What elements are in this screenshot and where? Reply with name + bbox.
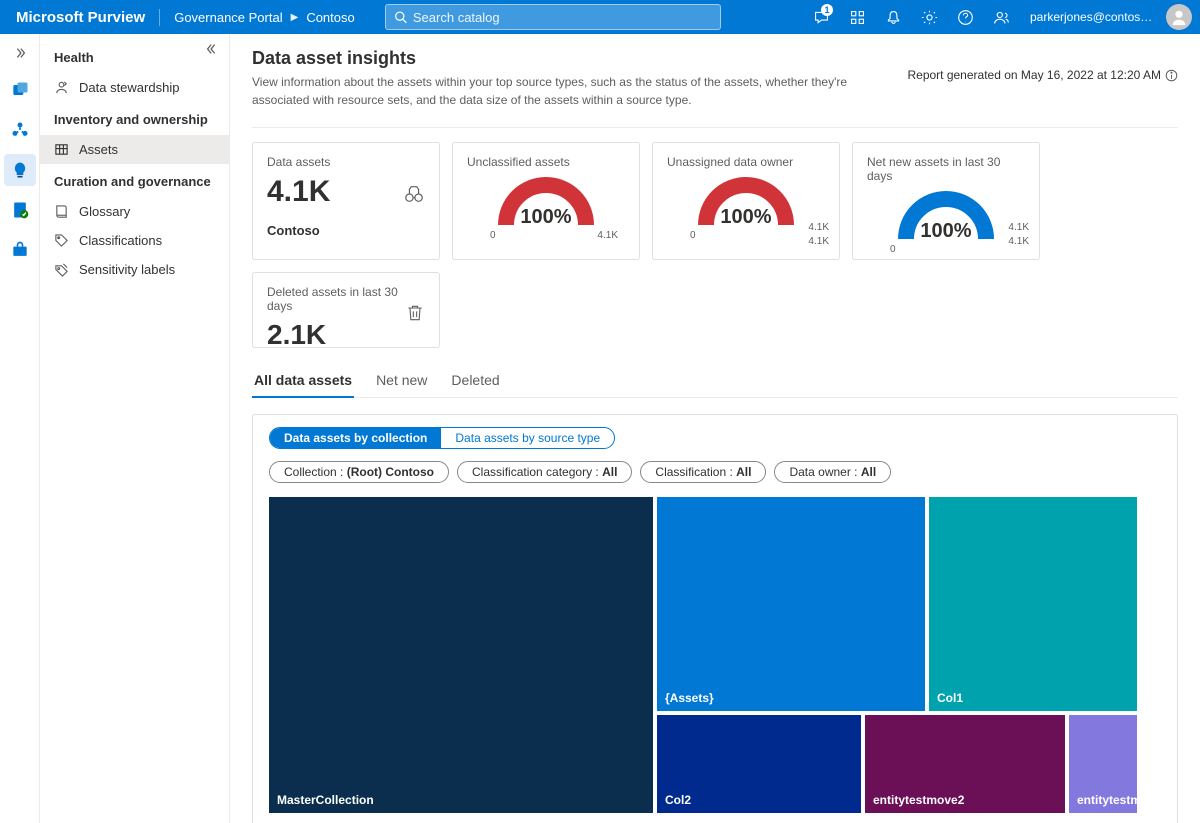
view-toggle: Data assets by collection Data assets by… [269,427,615,449]
tab-deleted[interactable]: Deleted [449,364,501,397]
gauge-values: 4.1K 4.1K [808,221,829,249]
binoculars-icon [403,183,425,208]
tab-net-new[interactable]: Net new [374,364,429,397]
filter-data-owner[interactable]: Data owner : All [774,461,891,483]
breadcrumb-item[interactable]: Governance Portal [174,10,282,25]
feedback-icon[interactable]: 1 [804,0,838,34]
gauge-max: 4.1K [597,230,618,241]
top-actions: 1 parkerjones@contoso.c... [804,0,1192,34]
treemap-chart: MasterCollection{Assets}Col1Col2entityte… [269,497,1137,815]
treemap-cell[interactable]: {Assets} [657,497,925,711]
card-org: Contoso [267,223,425,238]
sidebar-section-curation: Curation and governance [40,164,229,197]
page-title: Data asset insights [252,48,883,69]
card-title: Data assets [267,155,425,169]
user-email[interactable]: parkerjones@contoso.c... [1020,10,1160,24]
filter-collection[interactable]: Collection : (Root) Contoso [269,461,449,483]
bell-icon[interactable] [876,0,910,34]
treemap-cell[interactable]: Col1 [929,497,1137,711]
treemap-cell[interactable]: MasterCollection [269,497,653,813]
pill-by-collection[interactable]: Data assets by collection [270,428,441,448]
sidebar-section-inventory: Inventory and ownership [40,102,229,135]
gauge-percent: 100% [696,206,796,229]
collapse-sidebar-icon[interactable] [205,42,219,59]
apps-icon[interactable] [840,0,874,34]
brand: Microsoft Purview [16,9,160,26]
sidebar-item-sensitivity-labels[interactable]: Sensitivity labels [40,255,229,284]
gauge-percent: 100% [496,206,596,229]
sidebar-item-data-stewardship[interactable]: Data stewardship [40,73,229,102]
card-title: Net new assets in last 30 days [867,155,1025,183]
rail-sources-icon[interactable] [4,74,36,106]
card-title: Unclassified assets [467,155,625,169]
card-value: 2.1K [267,319,425,351]
card-title: Deleted assets in last 30 days [267,285,425,313]
sidebar-item-label: Assets [79,142,118,157]
sidebar-item-classifications[interactable]: Classifications [40,226,229,255]
sidebar-section-health: Health [40,40,229,73]
search-icon [394,10,407,24]
filter-classification-category[interactable]: Classification category : All [457,461,632,483]
expand-rail-icon[interactable] [0,40,39,66]
tabs: All data assets Net new Deleted [252,364,1178,398]
sidebar-item-glossary[interactable]: Glossary [40,197,229,226]
info-icon[interactable] [1165,69,1178,82]
card-net-new-assets[interactable]: Net new assets in last 30 days 100% 0 4.… [852,142,1040,260]
breadcrumb-item[interactable]: Contoso [306,10,354,25]
treemap-cell[interactable]: entitytestmove2 [865,715,1065,813]
avatar[interactable] [1166,4,1192,30]
main-content: Data asset insights View information abo… [230,34,1200,823]
filters: Collection : (Root) Contoso Classificati… [269,461,1161,483]
sidebar-item-assets[interactable]: Assets [40,135,229,164]
filter-classification[interactable]: Classification : All [640,461,766,483]
sidebar: Health Data stewardship Inventory and ow… [40,34,230,823]
card-title: Unassigned data owner [667,155,825,169]
gauge-values: 4.1K 4.1K [1008,221,1029,249]
notification-badge: 1 [821,4,833,16]
sidebar-item-label: Sensitivity labels [79,262,175,277]
tab-all-data-assets[interactable]: All data assets [252,364,354,398]
breadcrumb: Governance Portal ▶ Contoso [160,10,355,25]
card-deleted-assets[interactable]: Deleted assets in last 30 days 2.1K [252,272,440,348]
sidebar-item-label: Data stewardship [79,80,179,95]
sidebar-item-label: Glossary [79,204,130,219]
card-unassigned-owner[interactable]: Unassigned data owner 100% 0 4.1K 4.1K [652,142,840,260]
nav-rail [0,34,40,823]
card-value: 4.1K [267,175,425,209]
gauge-min: 0 [690,230,696,241]
gauge-percent: 100% [896,220,996,243]
gear-icon[interactable] [912,0,946,34]
treemap-cell[interactable]: entitytestm... [1069,715,1137,813]
page-subtitle: View information about the assets within… [252,73,883,109]
people-icon[interactable] [984,0,1018,34]
treemap-panel: Data assets by collection Data assets by… [252,414,1178,823]
treemap-cell[interactable]: Col2 [657,715,861,813]
gauge-min: 0 [490,230,496,241]
rail-policy-icon[interactable] [4,194,36,226]
search-box[interactable] [385,4,721,30]
card-data-assets[interactable]: Data assets 4.1K Contoso [252,142,440,260]
trash-icon [405,303,425,326]
card-unclassified-assets[interactable]: Unclassified assets 100% 0 4.1K [452,142,640,260]
report-generated: Report generated on May 16, 2022 at 12:2… [907,48,1178,82]
sidebar-item-label: Classifications [79,233,162,248]
rail-map-icon[interactable] [4,114,36,146]
gauge-min: 0 [890,244,896,255]
top-bar: Microsoft Purview Governance Portal ▶ Co… [0,0,1200,34]
help-icon[interactable] [948,0,982,34]
rail-management-icon[interactable] [4,234,36,266]
search-input[interactable] [413,10,712,25]
chevron-right-icon: ▶ [291,12,299,23]
pill-by-source-type[interactable]: Data assets by source type [441,428,614,448]
rail-insights-icon[interactable] [4,154,36,186]
